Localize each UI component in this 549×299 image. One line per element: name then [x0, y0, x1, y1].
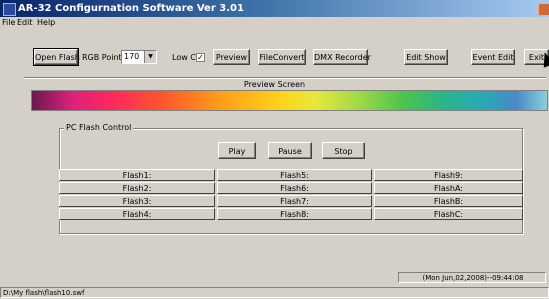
file-convert-button[interactable]: FileConvert — [258, 49, 306, 65]
window-title: AR-32 Configurnation Software Ver 3.01 — [18, 3, 244, 14]
preview-screen-label: Preview Screen — [243, 80, 306, 89]
flash-6-button[interactable]: Flash6: — [217, 182, 372, 194]
open-flash-button[interactable]: Open Flash — [33, 48, 80, 66]
edit-show-button[interactable]: Edit Show — [404, 49, 448, 65]
stop-button[interactable]: Stop — [322, 142, 365, 159]
flash-1-button[interactable]: Flash1: — [59, 169, 215, 181]
flash-7-button[interactable]: Flash7: — [217, 195, 372, 207]
flash-5-button[interactable]: Flash5: — [217, 169, 372, 181]
app-icon — [3, 3, 16, 16]
pc-flash-control-title: PC Flash Control — [64, 123, 134, 132]
pause-button[interactable]: Pause — [268, 142, 312, 159]
flash-c-button[interactable]: FlashC: — [374, 208, 523, 220]
event-edit-button[interactable]: Event Edit — [471, 49, 515, 65]
datetime-status: (Mon Jun,02,2008)--09:44:08 — [398, 272, 546, 283]
close-icon[interactable] — [538, 3, 549, 16]
low-cut-checkbox[interactable]: ✓ — [196, 53, 205, 62]
flash-8-button[interactable]: Flash8: — [217, 208, 372, 220]
flash-2-button[interactable]: Flash2: — [59, 182, 215, 194]
status-bar: D:\My flash\flash10.swf — [0, 287, 549, 299]
rgb-point-label: RGB Point — [82, 53, 122, 62]
rgb-point-value: 170 — [124, 52, 140, 61]
menu-bar: File Edit Help — [0, 17, 549, 29]
menu-help[interactable]: Help — [37, 18, 55, 27]
flash-4-button[interactable]: Flash4: — [59, 208, 215, 220]
menu-edit[interactable]: Edit — [17, 18, 33, 27]
flash-b-button[interactable]: FlashB: — [374, 195, 523, 207]
title-bar: AR-32 Configurnation Software Ver 3.01 — [0, 0, 549, 17]
preview-screen-spectrum — [31, 90, 548, 111]
file-path-status: D:\My flash\flash10.swf — [0, 287, 549, 298]
dmx-recorder-button[interactable]: DMX Recorder — [313, 49, 371, 65]
rgb-point-select[interactable]: 170 ▼ — [121, 50, 157, 64]
toolbar: Open Flash RGB Point 170 ▼ Low Cut ✓ Pre… — [0, 29, 549, 79]
chevron-down-icon[interactable]: ▼ — [144, 51, 156, 63]
divider — [24, 77, 546, 79]
app-window: AR-32 Configurnation Software Ver 3.01 F… — [0, 0, 549, 299]
menu-file[interactable]: File — [2, 18, 15, 27]
flash-3-button[interactable]: Flash3: — [59, 195, 215, 207]
flash-9-button[interactable]: Flash9: — [374, 169, 523, 181]
flash-a-button[interactable]: FlashA: — [374, 182, 523, 194]
play-button[interactable]: Play — [218, 142, 256, 159]
preview-button[interactable]: Preview — [213, 49, 250, 65]
